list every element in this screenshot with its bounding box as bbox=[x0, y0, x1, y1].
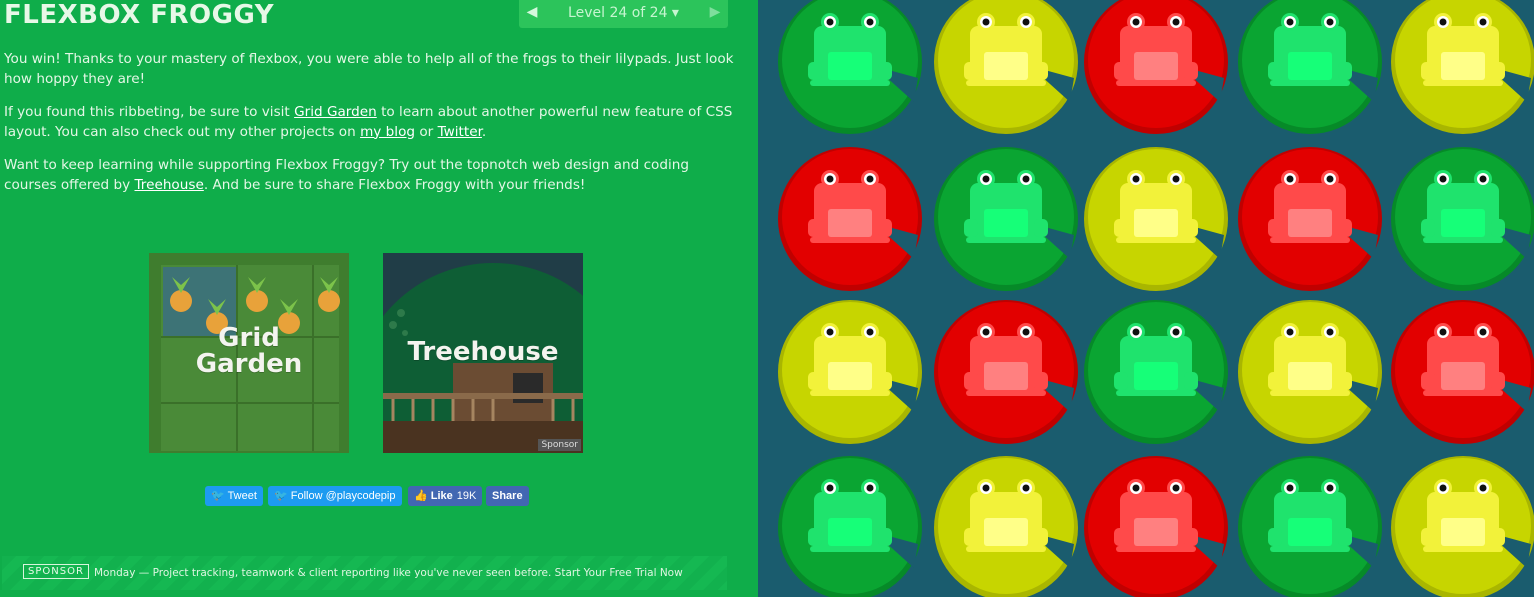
next-level-arrow-icon[interactable]: ▶ bbox=[704, 4, 726, 20]
blog-link[interactable]: my blog bbox=[360, 124, 415, 140]
page-title: FLEXBOX FROGGY bbox=[4, 0, 275, 30]
level-navigator: ◀ Level 24 of 24 ▾ ▶ bbox=[519, 0, 728, 28]
follow-label: Follow @playcodepip bbox=[290, 490, 396, 502]
yellow-lilypad-2-3 bbox=[1084, 147, 1228, 291]
twitter-bird-icon: 🐦 bbox=[211, 490, 225, 502]
red-lilypad-1-3 bbox=[1084, 0, 1228, 134]
red-lilypad-3-5 bbox=[1391, 300, 1534, 444]
yellow-lilypad-4-2 bbox=[934, 456, 1078, 597]
support-text-2: . And be sure to share Flexbox Froggy wi… bbox=[203, 176, 586, 193]
red-lilypad-2-1 bbox=[778, 147, 922, 291]
grid-garden-title-line1: Grid bbox=[218, 323, 280, 353]
grid-garden-card[interactable]: Grid Garden bbox=[149, 253, 349, 453]
like-label: Like bbox=[430, 490, 453, 502]
green-lilypad-2-5 bbox=[1391, 147, 1534, 291]
yellow-lilypad-4-5 bbox=[1391, 456, 1534, 597]
sponsor-badge: SPONSOR bbox=[23, 564, 89, 579]
treehouse-link[interactable]: Treehouse bbox=[135, 177, 204, 193]
green-lilypad-3-3 bbox=[1084, 300, 1228, 444]
tweet-button[interactable]: 🐦 Tweet bbox=[205, 486, 263, 506]
prev-level-arrow-icon[interactable]: ◀ bbox=[521, 4, 543, 20]
green-lilypad-2-2 bbox=[934, 147, 1078, 291]
yellow-lilypad-1-2 bbox=[934, 0, 1078, 134]
grid-garden-link[interactable]: Grid Garden bbox=[294, 104, 377, 120]
links-text-1: If you found this ribbeting, be sure to … bbox=[4, 104, 295, 120]
green-lilypad-4-1 bbox=[778, 456, 922, 597]
thumbs-up-icon: 👍 bbox=[414, 490, 428, 502]
win-message: You win! Thanks to your mastery of flexb… bbox=[4, 50, 734, 89]
yellow-lilypad-3-1 bbox=[778, 300, 922, 444]
grid-garden-title-line2: Garden bbox=[195, 349, 303, 379]
sponsor-bar: SPONSOR Monday — Project tracking, teamw… bbox=[2, 556, 727, 590]
like-button[interactable]: 👍 Like 19K bbox=[408, 486, 483, 506]
pond-board bbox=[758, 0, 1534, 597]
links-message: If you found this ribbeting, be sure to … bbox=[4, 103, 734, 142]
twitter-link[interactable]: Twitter bbox=[438, 124, 482, 140]
tweet-label: Tweet bbox=[227, 490, 257, 502]
sponsor-link[interactable]: Monday — Project tracking, teamwork & cl… bbox=[94, 567, 683, 579]
links-text-3: or bbox=[415, 123, 438, 140]
win-message-text: You win! Thanks to your mastery of flexb… bbox=[4, 51, 734, 87]
treehouse-card-title: Treehouse bbox=[407, 337, 559, 367]
share-button[interactable]: Share bbox=[486, 486, 529, 506]
green-lilypad-1-4 bbox=[1238, 0, 1382, 134]
grid-garden-card-title: Grid Garden bbox=[149, 325, 349, 377]
green-lilypad-4-4 bbox=[1238, 456, 1382, 597]
follow-button[interactable]: 🐦 Follow @playcodepip bbox=[268, 486, 402, 506]
red-lilypad-2-4 bbox=[1238, 147, 1382, 291]
support-message: Want to keep learning while supporting F… bbox=[4, 156, 734, 195]
red-lilypad-4-3 bbox=[1084, 456, 1228, 597]
sidebar: FLEXBOX FROGGY ◀ Level 24 of 24 ▾ ▶ You … bbox=[0, 0, 758, 597]
sponsor-tag: Sponsor bbox=[538, 439, 581, 451]
twitter-bird-icon: 🐦 bbox=[274, 490, 288, 502]
treehouse-card[interactable]: Treehouse Sponsor bbox=[383, 253, 583, 453]
like-count: 19K bbox=[456, 490, 477, 502]
red-lilypad-3-2 bbox=[934, 300, 1078, 444]
pond-svg bbox=[778, 0, 1534, 597]
level-dropdown[interactable]: Level 24 of 24 ▾ bbox=[545, 5, 702, 21]
links-text-4: . bbox=[481, 123, 487, 140]
yellow-lilypad-1-5 bbox=[1391, 0, 1534, 134]
yellow-lilypad-3-4 bbox=[1238, 300, 1382, 444]
green-lilypad-1-1 bbox=[778, 0, 922, 134]
